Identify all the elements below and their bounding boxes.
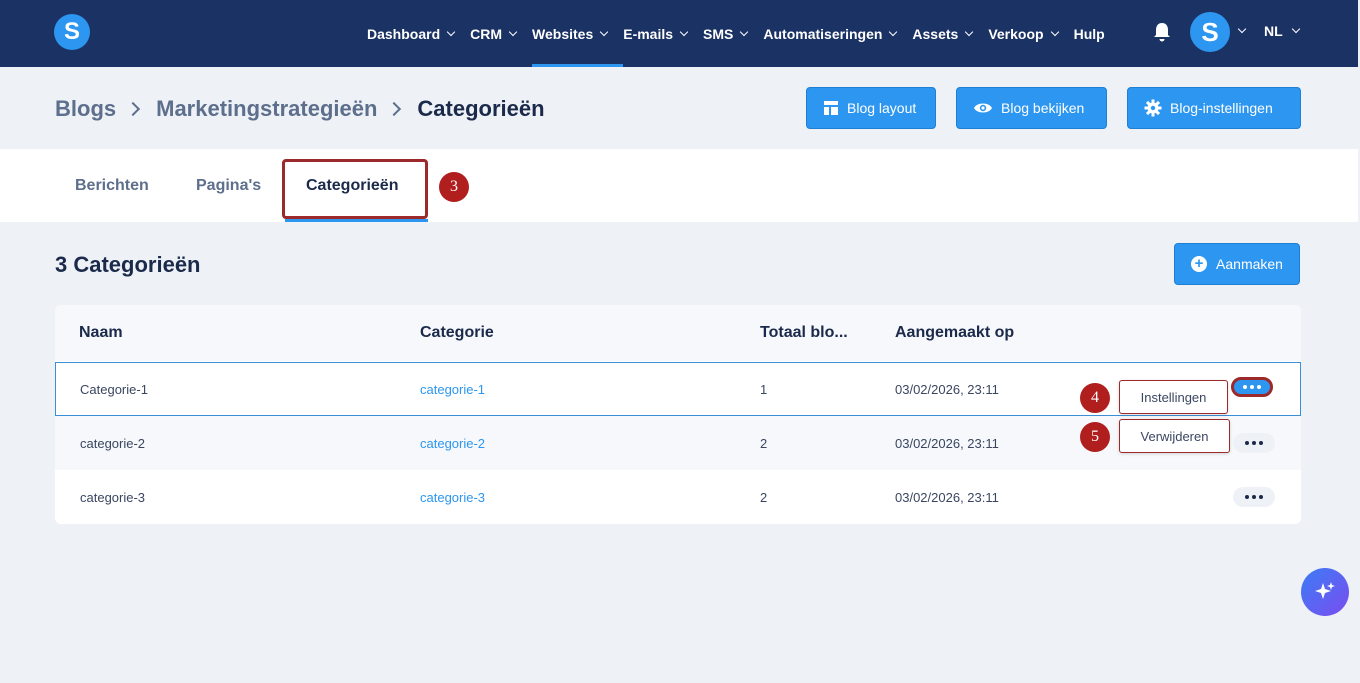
settings-label: Instellingen [1140, 389, 1207, 405]
sparkle-icon [1315, 582, 1335, 599]
nav-item-dashboard[interactable]: Dashboard [367, 0, 456, 67]
blog-view-button[interactable]: Blog bekijken [956, 87, 1107, 129]
nav-item-automations[interactable]: Automatiseringen [763, 0, 898, 67]
cell-category-link[interactable]: categorie-2 [420, 416, 485, 470]
chevron-down-icon [1291, 24, 1300, 34]
column-header-created[interactable]: Aangemaakt op [895, 305, 1014, 361]
cell-name: Categorie-1 [80, 381, 148, 397]
avatar-letter: S [1201, 16, 1219, 47]
main-menu: Dashboard CRM Websites E-mails SMS Autom… [367, 0, 1121, 67]
column-header-name[interactable]: Naam [79, 305, 123, 361]
chevron-down-icon [599, 27, 609, 36]
nav-label: SMS [703, 25, 734, 42]
nav-item-assets[interactable]: Assets [912, 0, 974, 67]
layout-icon [824, 101, 838, 115]
delete-label: Verwijderen [1140, 428, 1209, 444]
nav-label: Dashboard [367, 25, 441, 42]
chevron-right-icon [387, 101, 402, 117]
tab-highlight-box [282, 159, 428, 219]
section-title: 3 Categorieën [55, 252, 201, 277]
settings-menu-item[interactable]: Instellingen [1119, 380, 1228, 414]
table-row[interactable]: categorie-2 categorie-2 2 03/02/2026, 23… [55, 416, 1301, 470]
breadcrumb-blogs[interactable]: Blogs [55, 96, 116, 122]
ai-assistant-button[interactable] [1301, 568, 1349, 616]
tab-pages[interactable]: Pagina's [196, 149, 261, 222]
nav-label: Websites [532, 25, 594, 42]
marker-number: 3 [450, 178, 458, 195]
cell-total: 2 [760, 435, 768, 451]
cell-category-link[interactable]: categorie-3 [420, 470, 485, 524]
chevron-down-icon [508, 27, 518, 36]
bell-icon[interactable] [1153, 22, 1171, 42]
step-marker-5: 5 [1080, 422, 1110, 452]
chevron-down-icon [889, 27, 898, 36]
nav-label: Verkoop [988, 25, 1044, 42]
nav-item-emails[interactable]: E-mails [623, 0, 689, 67]
nav-label: E-mails [623, 25, 674, 42]
nav-item-sms[interactable]: SMS [703, 0, 749, 67]
active-tab-indicator [285, 219, 428, 222]
nav-label: Hulp [1073, 25, 1105, 42]
nav-item-sales[interactable]: Verkoop [988, 0, 1059, 67]
marker-number: 4 [1091, 389, 1099, 406]
cell-total: 2 [760, 489, 768, 505]
chevron-down-icon[interactable] [1237, 24, 1247, 34]
user-avatar[interactable]: S [1190, 12, 1230, 52]
chevron-down-icon [740, 27, 749, 36]
nav-label: CRM [470, 25, 503, 42]
blog-settings-label: Blog-instellingen [1170, 100, 1273, 116]
blog-layout-label: Blog layout [847, 100, 917, 116]
delete-menu-item[interactable]: Verwijderen [1119, 419, 1230, 453]
nav-item-help[interactable]: Hulp [1074, 0, 1105, 67]
gear-icon [1144, 99, 1162, 117]
row-actions-button[interactable] [1231, 377, 1273, 397]
blog-view-label: Blog bekijken [1001, 100, 1085, 116]
row-actions-button[interactable] [1233, 433, 1275, 453]
tab-label: Berichten [75, 176, 149, 194]
chevron-down-icon [1050, 27, 1059, 36]
chevron-down-icon [446, 27, 456, 36]
cell-created: 03/02/2026, 23:11 [895, 435, 999, 451]
blog-settings-button[interactable]: Blog-instellingen [1127, 87, 1301, 129]
breadcrumb-blog[interactable]: Marketingstrategieën [156, 96, 377, 122]
nav-item-crm[interactable]: CRM [470, 0, 518, 67]
step-marker-3: 3 [439, 172, 469, 202]
cell-category-link[interactable]: categorie-1 [420, 363, 485, 415]
cell-name: categorie-2 [80, 435, 146, 451]
chevron-right-icon [126, 101, 141, 117]
nav-item-websites[interactable]: Websites [532, 0, 624, 67]
table-row[interactable]: Categorie-1 categorie-1 1 03/02/2026, 23… [55, 362, 1301, 416]
chevron-down-icon [965, 27, 974, 36]
tab-posts[interactable]: Berichten [75, 149, 149, 222]
breadcrumb: Blogs Marketingstrategieën Categorieën [55, 94, 545, 124]
column-header-category[interactable]: Categorie [420, 305, 494, 361]
breadcrumb-current: Categorieën [417, 96, 545, 121]
cell-created: 03/02/2026, 23:11 [895, 381, 999, 397]
tab-label: Pagina's [196, 176, 262, 194]
categories-table: Naam Categorie Totaal blo... Aangemaakt … [55, 305, 1301, 524]
nav-label: Assets [912, 25, 959, 42]
table-header: Naam Categorie Totaal blo... Aangemaakt … [55, 305, 1301, 361]
create-button[interactable]: + Aanmaken [1174, 243, 1300, 285]
eye-icon [974, 103, 992, 113]
create-label: Aanmaken [1216, 256, 1283, 272]
row-actions-button[interactable] [1233, 487, 1275, 507]
nav-label: Automatiseringen [763, 25, 883, 42]
language-selector[interactable]: NL [1264, 0, 1300, 62]
cell-total: 1 [760, 381, 768, 397]
marker-number: 5 [1091, 428, 1099, 445]
plus-circle-icon: + [1191, 256, 1208, 272]
step-marker-4: 4 [1080, 383, 1110, 413]
tab-bar: Berichten Pagina's Categorieën [0, 149, 1358, 222]
app-logo[interactable]: S [54, 14, 90, 50]
column-header-total[interactable]: Totaal blo... [760, 305, 848, 361]
cell-name: categorie-3 [80, 489, 146, 505]
chevron-down-icon [679, 27, 689, 36]
logo-letter: S [63, 18, 80, 45]
language-label: NL [1264, 23, 1283, 39]
top-navigation: S Dashboard CRM Websites E-mails SMS Aut… [0, 0, 1358, 67]
cell-created: 03/02/2026, 23:11 [895, 489, 999, 505]
blog-layout-button[interactable]: Blog layout [806, 87, 936, 129]
table-row[interactable]: categorie-3 categorie-3 2 03/02/2026, 23… [55, 470, 1301, 524]
